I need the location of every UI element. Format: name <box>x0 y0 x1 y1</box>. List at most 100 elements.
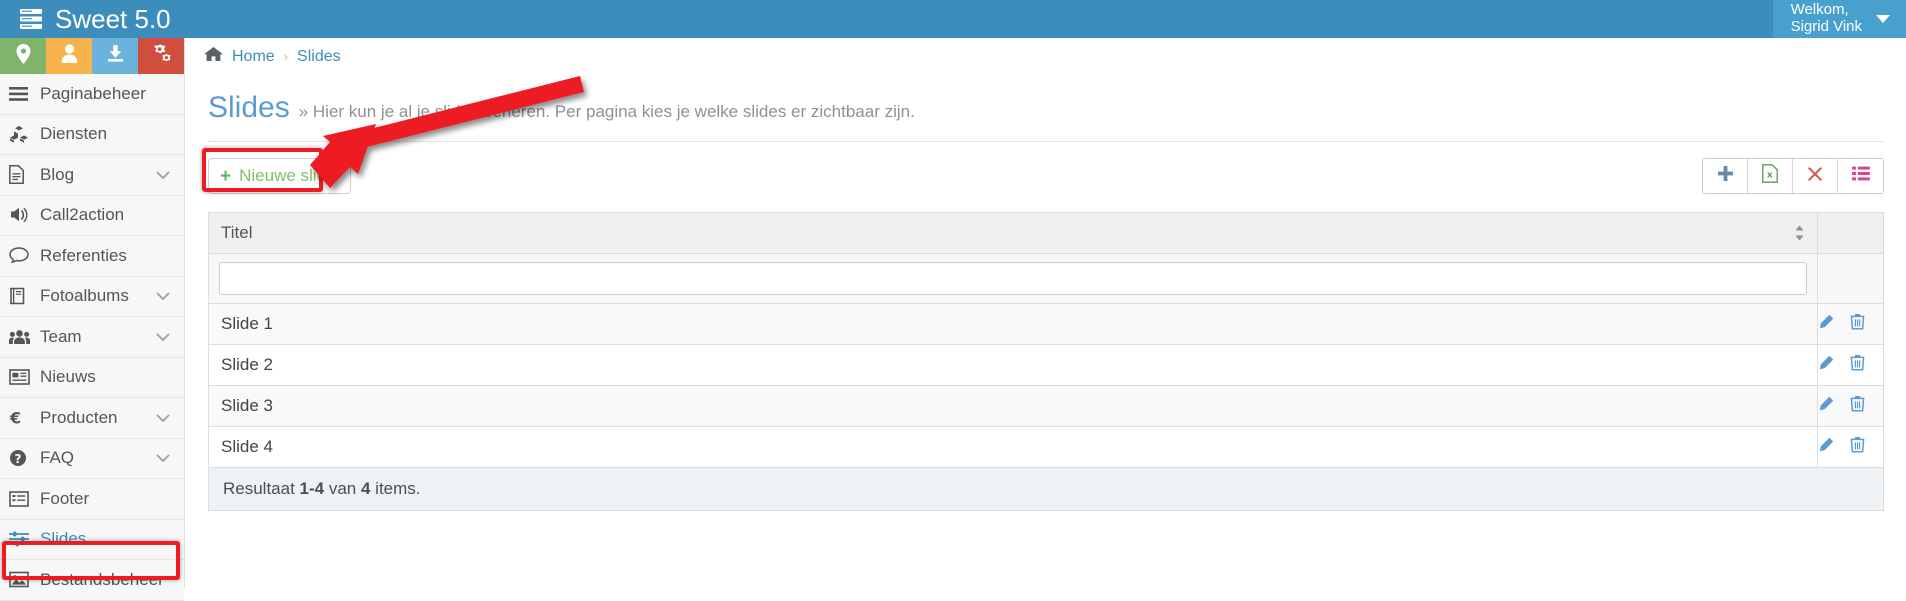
breadcrumb: Home › Slides <box>186 44 1906 69</box>
file-text-icon <box>9 165 40 185</box>
sidebar-item-label: Blog <box>40 164 75 184</box>
result-summary: Resultaat 1-4 van 4 items. <box>208 467 1884 511</box>
user-quick-action[interactable] <box>46 38 92 74</box>
server-stack-icon <box>18 7 44 31</box>
new-slide-button[interactable]: + Nieuwe slide <box>208 158 351 194</box>
sidebar-item-label: Diensten <box>40 124 108 144</box>
sidebar-item-label: Paginabeheer <box>40 83 146 103</box>
sidebar-item-nieuws[interactable]: Nieuws <box>0 357 184 398</box>
cell-actions <box>1817 303 1884 345</box>
cell-actions <box>1817 426 1884 468</box>
question-icon: ? <box>9 449 40 467</box>
sidebar-item-label: Slides <box>40 529 87 549</box>
summary-middle: van <box>324 479 361 498</box>
euro-icon: € <box>9 409 40 427</box>
table-summary-row: Resultaat 1-4 van 4 items. <box>208 467 1884 511</box>
column-header-titel[interactable]: Titel <box>208 212 1818 254</box>
page-title: Slides <box>208 91 290 124</box>
book-icon <box>9 287 40 305</box>
toolbar-row: + Nieuwe slide x <box>202 141 1884 194</box>
sidebar-item-slides[interactable]: Slides <box>0 519 184 560</box>
plus-icon: + <box>220 165 232 187</box>
sidebar-item-bestandsbeheer[interactable]: Bestandsbeheer <box>0 560 184 601</box>
plus-icon <box>1717 165 1734 187</box>
table-row[interactable]: Slide 1 <box>208 303 1884 345</box>
sidebar-item-diensten[interactable]: Diensten <box>0 114 184 155</box>
delete-button[interactable] <box>1793 159 1838 193</box>
add-button[interactable] <box>1703 159 1748 193</box>
excel-file-icon: x <box>1762 164 1778 188</box>
sidebar-item-team[interactable]: Team <box>0 317 184 358</box>
bullhorn-icon <box>9 206 40 224</box>
cubes-icon <box>9 125 40 143</box>
list-alt-icon <box>9 490 40 507</box>
edit-row-button[interactable] <box>1818 396 1834 417</box>
sidebar-item-label: FAQ <box>40 448 75 468</box>
user-name: Sigrid Vink <box>1790 18 1862 35</box>
summary-range: 1-4 <box>299 479 325 498</box>
breadcrumb-separator: › <box>283 49 289 64</box>
list-icon <box>1851 166 1870 186</box>
slides-table: Titel Slide 1 Slide 2 Slide 3 Slide 4 Re… <box>208 212 1884 511</box>
chevron-down-icon <box>156 165 170 185</box>
delete-row-button[interactable] <box>1850 313 1865 335</box>
breadcrumb-home-link[interactable]: Home <box>232 48 275 66</box>
brand[interactable]: Sweet 5.0 <box>0 0 171 38</box>
home-icon <box>204 46 223 67</box>
sidebar-item-producten[interactable]: € Producten <box>0 398 184 439</box>
sidebar-item-footer[interactable]: Footer <box>0 479 184 520</box>
export-button[interactable]: x <box>1748 159 1793 193</box>
delete-row-button[interactable] <box>1850 395 1865 417</box>
delete-row-button[interactable] <box>1850 354 1865 376</box>
location-quick-action[interactable] <box>0 38 46 74</box>
download-icon <box>106 44 125 68</box>
sliders-icon <box>9 531 40 547</box>
search-input[interactable] <box>219 262 1807 295</box>
image-icon <box>9 571 40 588</box>
user-icon <box>61 44 78 68</box>
sidebar-item-referenties[interactable]: Referenties <box>0 236 184 277</box>
user-menu[interactable]: Welkom, Sigrid Vink <box>1772 0 1906 38</box>
table-row[interactable]: Slide 4 <box>208 426 1884 468</box>
table-head: Titel <box>208 212 1884 304</box>
sidebar-item-label: Referenties <box>40 245 127 265</box>
table-body: Slide 1 Slide 2 Slide 3 Slide 4 Resultaa… <box>208 303 1884 511</box>
breadcrumb-current[interactable]: Slides <box>297 48 341 66</box>
svg-text:?: ? <box>15 452 22 466</box>
sidebar: Paginabeheer Diensten Blog Call2action R… <box>0 38 185 601</box>
caret-down-icon <box>1876 15 1890 23</box>
top-bar: Sweet 5.0 Welkom, Sigrid Vink <box>0 0 1906 38</box>
page-subtitle: » Hier kun je al je slides beheren. Per … <box>298 102 915 121</box>
sidebar-item-label: Footer <box>40 488 90 508</box>
cell-actions <box>1817 344 1884 386</box>
sidebar-item-label: Nieuws <box>40 367 96 387</box>
sidebar-item-paginabeheer[interactable]: Paginabeheer <box>0 74 184 115</box>
users-icon <box>9 329 40 345</box>
svg-text:x: x <box>1767 171 1773 181</box>
columns-button[interactable] <box>1838 159 1883 193</box>
cell-actions <box>1817 385 1884 427</box>
download-quick-action[interactable] <box>92 38 138 74</box>
cell-titel: Slide 3 <box>208 385 1818 427</box>
sort-icon[interactable] <box>1794 225 1805 241</box>
sidebar-item-label: Fotoalbums <box>40 286 129 306</box>
content-area: Slides » Hier kun je al je slides behere… <box>186 69 1906 511</box>
edit-row-button[interactable] <box>1818 314 1834 335</box>
table-row[interactable]: Slide 2 <box>208 344 1884 386</box>
newspaper-icon <box>9 369 40 386</box>
chevron-down-icon <box>156 448 170 468</box>
svg-text:€: € <box>9 409 21 427</box>
sidebar-item-label: Team <box>40 326 82 346</box>
filter-cell-titel <box>208 253 1818 304</box>
sidebar-item-fotoalbums[interactable]: Fotoalbums <box>0 276 184 317</box>
settings-quick-action[interactable] <box>138 38 184 74</box>
edit-row-button[interactable] <box>1818 437 1834 458</box>
cell-titel: Slide 4 <box>208 426 1818 468</box>
sidebar-item-call2action[interactable]: Call2action <box>0 195 184 236</box>
delete-row-button[interactable] <box>1850 436 1865 458</box>
sidebar-item-blog[interactable]: Blog <box>0 155 184 196</box>
table-row[interactable]: Slide 3 <box>208 385 1884 427</box>
edit-row-button[interactable] <box>1818 355 1834 376</box>
gears-icon <box>151 44 172 68</box>
sidebar-item-faq[interactable]: ? FAQ <box>0 438 184 479</box>
